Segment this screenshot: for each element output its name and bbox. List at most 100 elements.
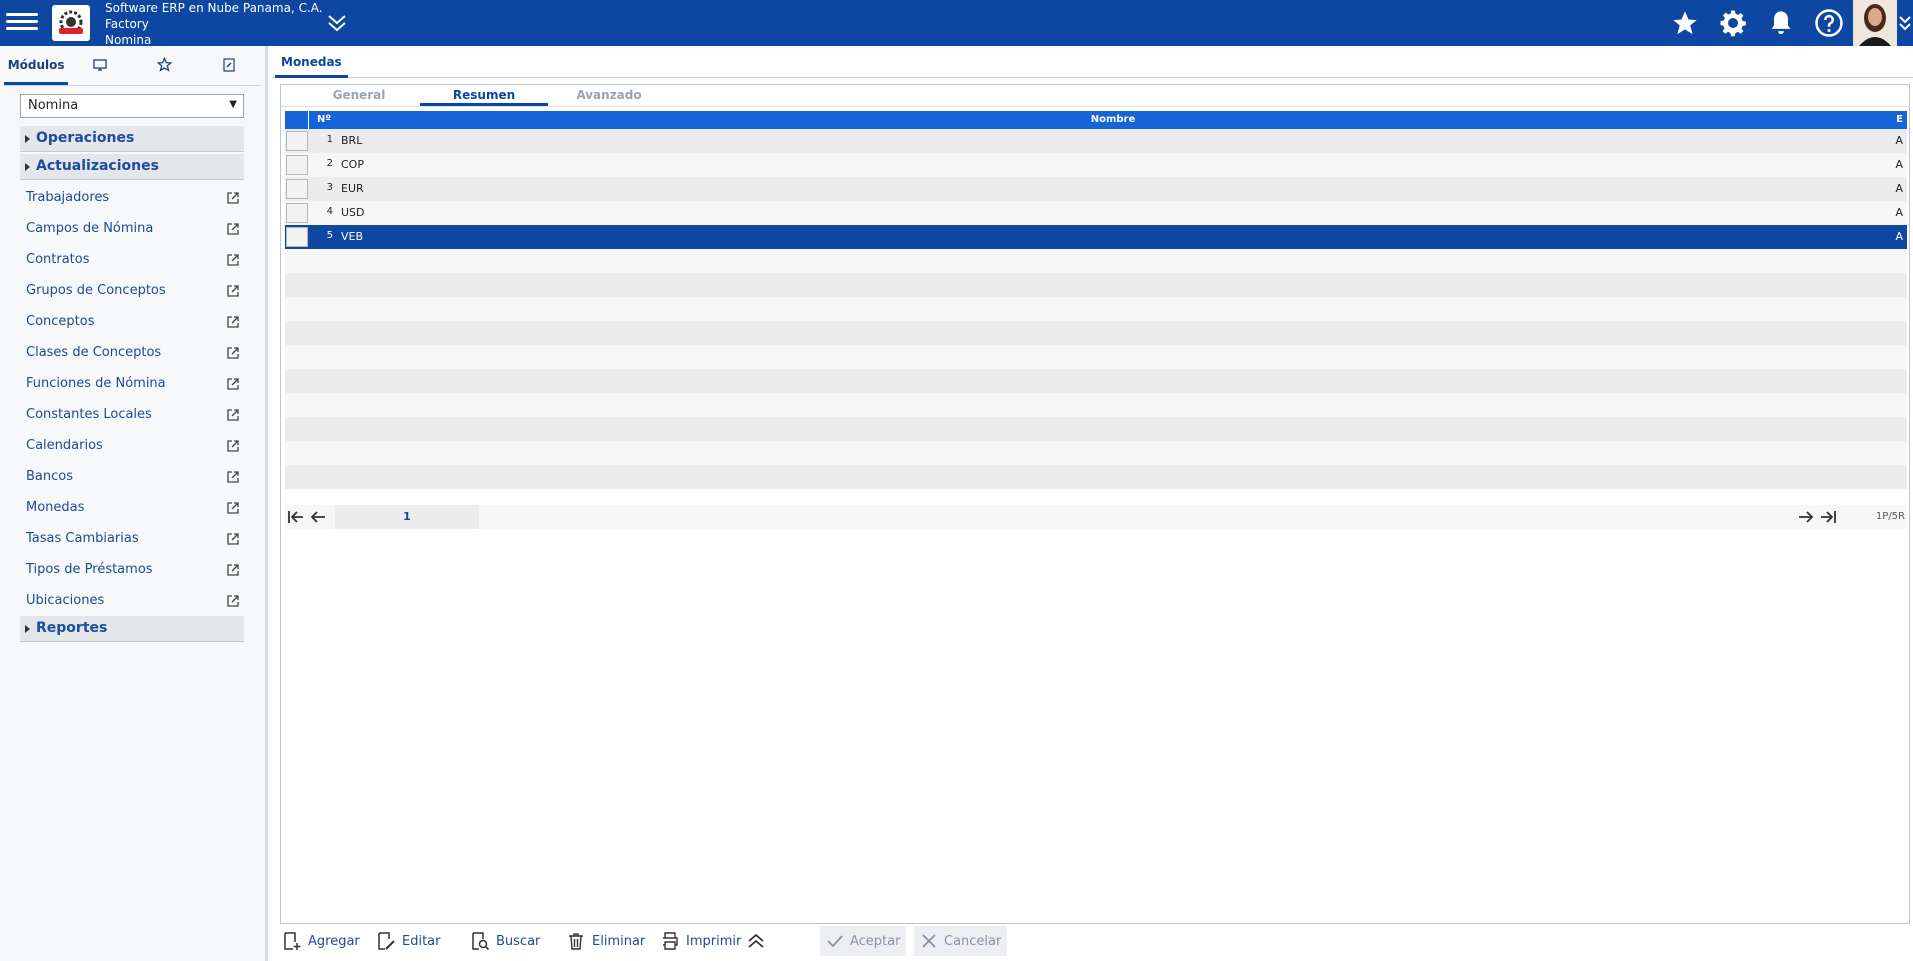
last-page-icon[interactable] (1819, 509, 1837, 525)
cell-num: 3 (326, 182, 333, 193)
edit-button[interactable]: Editar (376, 926, 441, 956)
group-actualizaciones[interactable]: Actualizaciones (20, 154, 244, 180)
gear-icon[interactable] (1709, 0, 1757, 46)
nav-item[interactable]: Conceptos (26, 314, 240, 336)
external-link-icon[interactable] (226, 346, 240, 360)
favorites-star-icon[interactable] (1661, 0, 1709, 46)
nav-item[interactable]: Bancos (26, 469, 240, 491)
header-estado[interactable]: E (1896, 114, 1903, 125)
nav-item[interactable]: Funciones de Nómina (26, 376, 240, 398)
empty-row (285, 273, 1907, 297)
table-row[interactable]: 4 USD A (285, 201, 1907, 225)
module-select[interactable]: Nomina ▼ (20, 94, 244, 118)
header-num[interactable]: Nº (317, 114, 331, 125)
page-number[interactable]: 1 (335, 505, 479, 529)
external-link-icon[interactable] (226, 501, 240, 515)
print-button[interactable]: Imprimir (660, 926, 741, 956)
nav-item-label: Campos de Nómina (26, 221, 154, 236)
subtab-general[interactable]: General (295, 87, 423, 103)
table-row[interactable]: 2 COP A (285, 153, 1907, 177)
external-link-icon[interactable] (226, 253, 240, 267)
nav-item[interactable]: Constantes Locales (26, 407, 240, 429)
table-row[interactable]: 5 VEB A (285, 225, 1907, 249)
tab-modulos[interactable]: Módulos (4, 52, 69, 85)
avatar[interactable] (1853, 0, 1897, 46)
row-select-checkbox[interactable] (286, 131, 308, 151)
table-row[interactable]: 1 BRL A (285, 129, 1907, 153)
row-select-checkbox[interactable] (286, 227, 308, 247)
print-label: Imprimir (686, 933, 742, 949)
next-page-icon[interactable] (1797, 509, 1815, 525)
group-reportes[interactable]: Reportes (20, 616, 244, 642)
external-link-icon[interactable] (226, 563, 240, 577)
external-link-icon[interactable] (226, 315, 240, 329)
external-link-icon[interactable] (226, 594, 240, 608)
chevron-down-icon[interactable] (1897, 0, 1913, 46)
table-row[interactable]: 3 EUR A (285, 177, 1907, 201)
external-link-icon[interactable] (226, 284, 240, 298)
group-label: Actualizaciones (36, 158, 159, 174)
external-link-icon[interactable] (226, 470, 240, 484)
row-select-checkbox[interactable] (286, 179, 308, 199)
group-operaciones[interactable]: Operaciones (20, 126, 244, 152)
menu-icon[interactable] (6, 9, 38, 37)
bottom-toolbar: Agregar Editar Buscar Eliminar Imprimir … (280, 926, 1910, 956)
tab-notes[interactable] (197, 52, 261, 85)
nav-item[interactable]: Tasas Cambiarias (26, 531, 240, 553)
trash-icon (569, 933, 583, 950)
external-link-icon[interactable] (226, 377, 240, 391)
search-button[interactable]: Buscar (470, 926, 540, 956)
external-link-icon[interactable] (226, 439, 240, 453)
subtab-avanzado[interactable]: Avanzado (545, 87, 673, 103)
nav-item[interactable]: Clases de Conceptos (26, 345, 240, 367)
row-select-checkbox[interactable] (286, 203, 308, 223)
tab-favorites[interactable] (133, 52, 197, 85)
cell-estado: A (1895, 206, 1903, 219)
bell-icon[interactable] (1757, 0, 1805, 46)
collapse-up-button[interactable] (746, 926, 772, 956)
empty-row (285, 465, 1907, 489)
company-logo[interactable] (52, 5, 90, 41)
header-select-cell[interactable] (285, 111, 309, 129)
main-tab-bar: Monedas (272, 52, 1913, 78)
cancel-button[interactable]: Cancelar (914, 926, 1008, 956)
help-icon[interactable] (1805, 0, 1853, 46)
empty-row (285, 297, 1907, 321)
tab-monedas[interactable]: Monedas (275, 52, 348, 78)
module-select-value: Nomina (28, 98, 79, 113)
nav-item[interactable]: Campos de Nómina (26, 221, 240, 243)
subtab-resumen[interactable]: Resumen (420, 87, 548, 106)
nav-item[interactable]: Tipos de Préstamos (26, 562, 240, 584)
close-icon (922, 934, 936, 948)
nav-item[interactable]: Contratos (26, 252, 240, 274)
header-name[interactable]: Nombre (333, 114, 1893, 125)
add-button[interactable]: Agregar (282, 926, 360, 956)
nav-item[interactable]: Ubicaciones (26, 593, 240, 615)
nav-item[interactable]: Grupos de Conceptos (26, 283, 240, 305)
nav-item[interactable]: Calendarios (26, 438, 240, 460)
nav-item-label: Grupos de Conceptos (26, 283, 166, 298)
nav-item-label: Monedas (26, 500, 85, 515)
double-chevron-down-icon[interactable] (324, 10, 350, 36)
external-link-icon[interactable] (226, 408, 240, 422)
edit-doc-icon (378, 932, 395, 950)
prev-page-icon[interactable] (309, 509, 327, 525)
accept-button[interactable]: Aceptar (820, 926, 907, 956)
data-grid: Nº Nombre E 1 BRL A 2 COP A 3 EUR A 4 USD A 5 VEB A (285, 111, 1907, 489)
tab-desktop[interactable] (68, 52, 132, 85)
external-link-icon[interactable] (226, 532, 240, 546)
nav-item[interactable]: Monedas (26, 500, 240, 522)
nav-item-label: Constantes Locales (26, 407, 152, 422)
delete-button[interactable]: Eliminar (566, 926, 645, 956)
add-label: Agregar (308, 933, 360, 949)
empty-row (285, 417, 1907, 441)
company-info: Software ERP en Nube Panama, C.A. Factor… (105, 0, 323, 48)
external-link-icon[interactable] (226, 222, 240, 236)
empty-row (285, 345, 1907, 369)
nav-item-label: Contratos (26, 252, 90, 267)
nav-item[interactable]: Trabajadores (26, 190, 240, 212)
first-page-icon[interactable] (287, 509, 305, 525)
external-link-icon[interactable] (226, 191, 240, 205)
row-select-checkbox[interactable] (286, 155, 308, 175)
cell-num: 5 (326, 230, 333, 241)
